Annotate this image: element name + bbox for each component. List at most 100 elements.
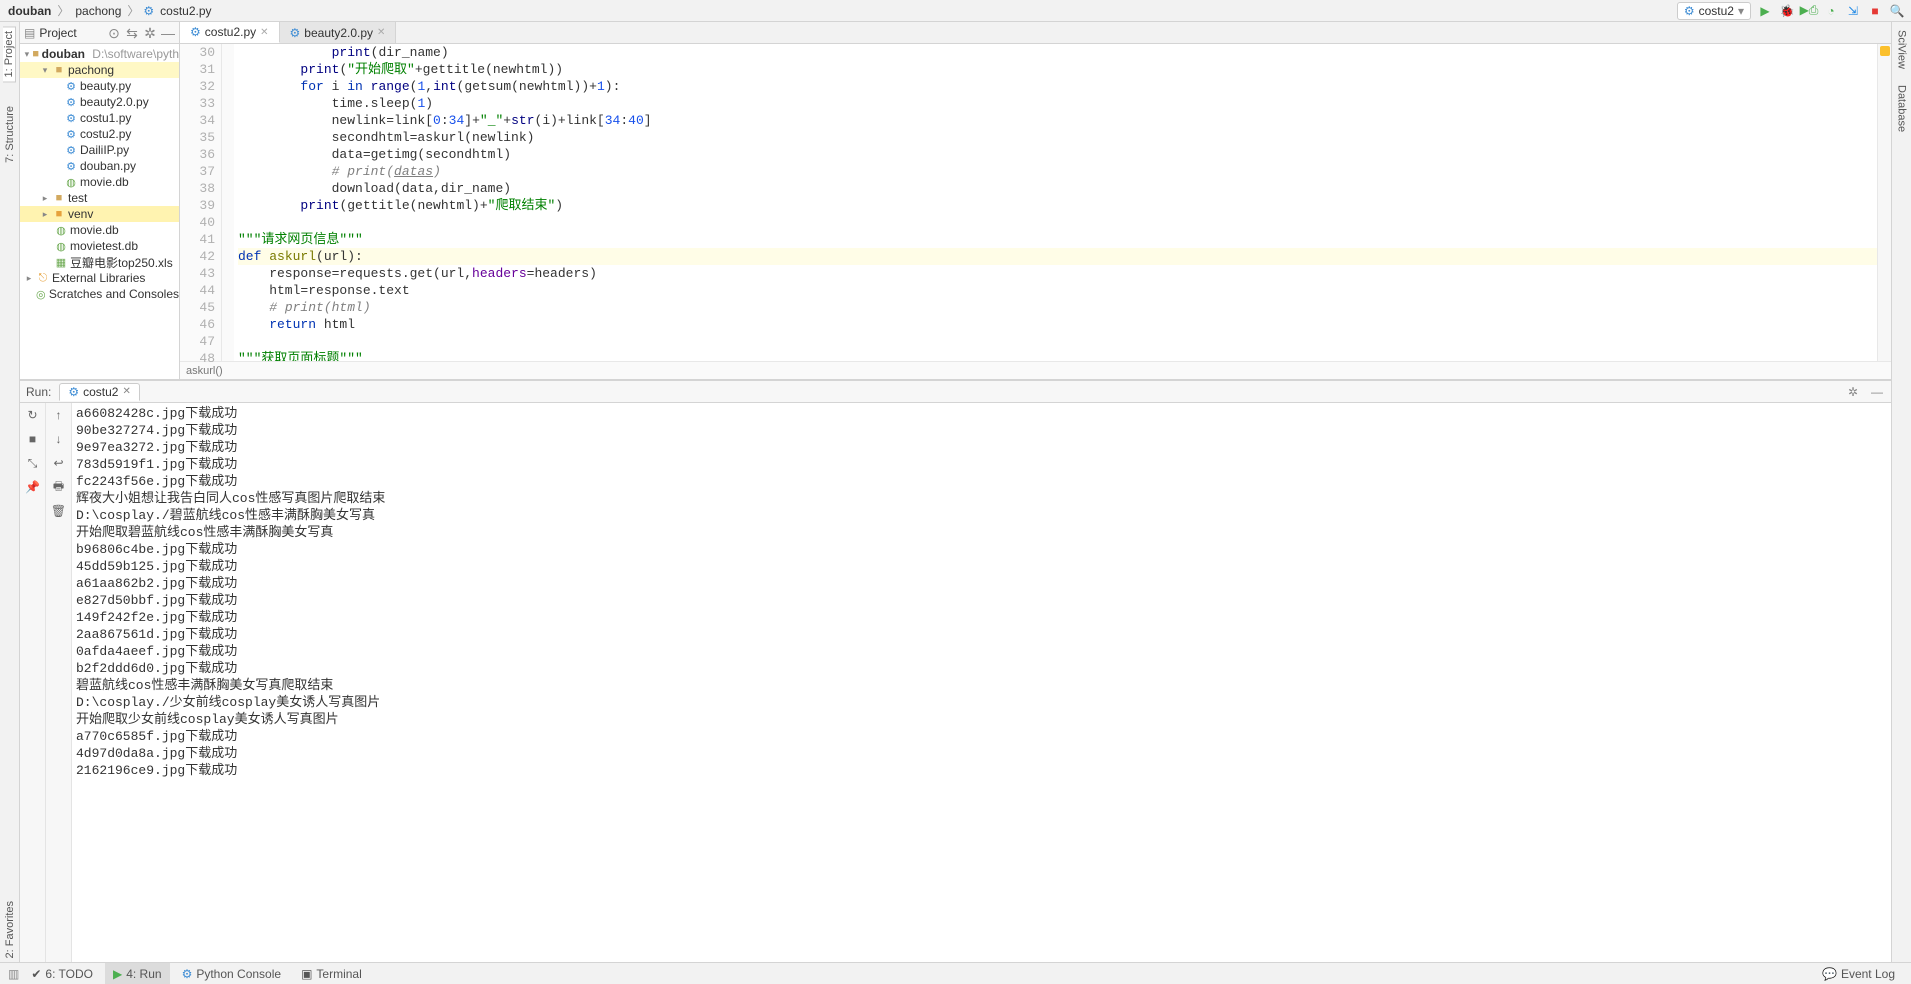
layout-icon[interactable]: ⤡ [25, 455, 41, 471]
tree-file-costu2[interactable]: ⚙costu2.py [20, 126, 179, 142]
code-line[interactable]: for i in range(1,int(getsum(newhtml))+1)… [238, 78, 1877, 95]
stop-icon[interactable]: ■ [25, 431, 41, 447]
code-line[interactable]: html=response.text [238, 282, 1877, 299]
run-tab-bottom[interactable]: ▶4: Run [105, 963, 170, 984]
python-file-icon: ⚙ [290, 26, 301, 40]
tree-file-xls[interactable]: ▦豆瓣电影top250.xls [20, 254, 179, 270]
folder-icon: ■ [32, 48, 40, 60]
favorites-tool-tab[interactable]: 2: Favorites [4, 897, 16, 962]
tree-folder-test[interactable]: ▸■test [20, 190, 179, 206]
tree-folder-venv[interactable]: ▸■venv [20, 206, 179, 222]
tree-label: 豆瓣电影top250.xls [70, 254, 173, 271]
run-configuration-selector[interactable]: ⚙ costu2 ▾ [1677, 2, 1751, 20]
crumb-root[interactable]: douban [6, 4, 53, 18]
code-line[interactable]: # print(datas) [238, 163, 1877, 180]
hide-icon[interactable]: — [161, 26, 175, 40]
attach-icon[interactable]: ⇲ [1845, 3, 1861, 19]
error-stripe[interactable] [1877, 44, 1891, 361]
console-output[interactable]: a66082428c.jpg下载成功90be327274.jpg下载成功9e97… [72, 403, 1891, 962]
database-tool-tab[interactable]: Database [1896, 81, 1908, 136]
tree-file-dailiip[interactable]: ⚙DailiIP.py [20, 142, 179, 158]
todo-tab[interactable]: ✔6: TODO [23, 963, 101, 984]
tree-file-beauty2[interactable]: ⚙beauty2.0.py [20, 94, 179, 110]
code-line[interactable]: # print(html) [238, 299, 1877, 316]
editor-tab-beauty2[interactable]: ⚙ beauty2.0.py ✕ [280, 22, 397, 43]
sciview-tool-tab[interactable]: SciView [1896, 26, 1908, 73]
rerun-icon[interactable]: ↻ [25, 407, 41, 423]
tree-file-costu1[interactable]: ⚙costu1.py [20, 110, 179, 126]
code-line[interactable] [238, 333, 1877, 350]
debug-button-icon[interactable]: 🐞 [1779, 3, 1795, 19]
crumb-folder[interactable]: pachong [73, 4, 123, 18]
left-tool-strip: 1: Project 7: Structure 2: Favorites [0, 22, 20, 962]
code-editor[interactable]: 30313233343536373839404142434445464748 p… [180, 44, 1891, 361]
run-toolbar-secondary: ↑ ↓ ↩ 🖶 🗑 [46, 403, 72, 962]
structure-tool-tab[interactable]: 7: Structure [4, 102, 16, 167]
tree-file-douban[interactable]: ⚙douban.py [20, 158, 179, 174]
project-tree[interactable]: ▾■douban D:\software\pyth ▾■pachong ⚙bea… [20, 44, 179, 379]
tree-folder-pachong[interactable]: ▾■pachong [20, 62, 179, 78]
stop-button-icon[interactable]: ■ [1867, 3, 1883, 19]
tree-file-moviedb[interactable]: ◍movie.db [20, 174, 179, 190]
terminal-tab[interactable]: ▣Terminal [293, 963, 370, 984]
up-icon[interactable]: ↑ [51, 407, 67, 423]
tree-file-movietest[interactable]: ◍movietest.db [20, 238, 179, 254]
editor-breadcrumb[interactable]: askurl() [180, 361, 1891, 379]
tree-external-libraries[interactable]: ▸⎋External Libraries [20, 270, 179, 286]
soft-wrap-icon[interactable]: ↩ [51, 455, 67, 471]
code-line[interactable]: secondhtml=askurl(newlink) [238, 129, 1877, 146]
code-line[interactable]: def askurl(url): [238, 248, 1877, 265]
folder-icon: ■ [52, 64, 66, 76]
run-coverage-icon[interactable]: ▶⎙ [1801, 3, 1817, 19]
crumb-file[interactable]: costu2.py [158, 4, 213, 18]
code-line[interactable]: download(data,dir_name) [238, 180, 1877, 197]
python-console-tab[interactable]: ⚙Python Console [174, 963, 290, 984]
console-line: b2f2ddd6d0.jpg下载成功 [76, 660, 1887, 677]
code-line[interactable] [238, 214, 1877, 231]
chevron-down-icon: ▾ [1738, 4, 1744, 18]
clear-icon[interactable]: 🗑 [51, 503, 67, 519]
profile-icon[interactable]: ◔ [1823, 3, 1839, 19]
tree-file-moviedb2[interactable]: ◍movie.db [20, 222, 179, 238]
tree-file-beauty[interactable]: ⚙beauty.py [20, 78, 179, 94]
code-line[interactable]: print(gettitle(newhtml)+"爬取结束") [238, 197, 1877, 214]
chevron-right-icon: 〉 [57, 2, 69, 19]
tree-label: pachong [68, 63, 114, 77]
tree-root[interactable]: ▾■douban D:\software\pyth [20, 46, 179, 62]
close-icon[interactable]: ✕ [260, 27, 268, 38]
pin-icon[interactable]: 📌 [25, 479, 41, 495]
expand-all-icon[interactable]: ⇆ [125, 26, 139, 40]
project-tool-tab[interactable]: 1: Project [3, 26, 16, 82]
run-tab-label: costu2 [83, 385, 118, 399]
run-button-icon[interactable]: ▶ [1757, 3, 1773, 19]
settings-gear-icon[interactable]: ✲ [143, 26, 157, 40]
code-line[interactable]: newlink=link[0:34]+"_"+str(i)+link[34:40… [238, 112, 1877, 129]
code-line[interactable]: data=getimg(secondhtml) [238, 146, 1877, 163]
run-tab[interactable]: ⚙ costu2 ✕ [59, 383, 140, 401]
code-line[interactable]: response=requests.get(url,headers=header… [238, 265, 1877, 282]
editor-tab-costu2[interactable]: ⚙ costu2.py ✕ [180, 22, 280, 43]
code-line[interactable]: """请求网页信息""" [238, 231, 1877, 248]
tree-scratches[interactable]: ◎Scratches and Consoles [20, 286, 179, 302]
code-line[interactable]: print(dir_name) [238, 44, 1877, 61]
code-line[interactable]: time.sleep(1) [238, 95, 1877, 112]
select-opened-file-icon[interactable]: ⊙ [107, 26, 121, 40]
down-icon[interactable]: ↓ [51, 431, 67, 447]
print-icon[interactable]: 🖶 [51, 479, 67, 495]
code-line[interactable]: """获取页面标题""" [238, 350, 1877, 361]
tree-label: costu1.py [80, 111, 131, 125]
close-icon[interactable]: ✕ [122, 386, 130, 397]
close-icon[interactable]: ✕ [377, 27, 385, 38]
search-everywhere-icon[interactable]: 🔍 [1889, 3, 1905, 19]
python-file-icon: ⚙ [64, 128, 78, 141]
settings-gear-icon[interactable]: ✲ [1845, 384, 1861, 400]
tool-window-quick-icon[interactable]: ▥ [8, 967, 19, 981]
event-log-tab[interactable]: 💬Event Log [1814, 963, 1903, 984]
code-line[interactable]: print("开始爬取"+gettitle(newhtml)) [238, 61, 1877, 78]
fold-gutter[interactable] [222, 44, 234, 361]
code-content[interactable]: print(dir_name) print("开始爬取"+gettitle(ne… [234, 44, 1877, 361]
code-line[interactable]: return html [238, 316, 1877, 333]
line-number-gutter: 30313233343536373839404142434445464748 [180, 44, 222, 361]
breadcrumbs[interactable]: douban 〉 pachong 〉 ⚙ costu2.py [0, 2, 1677, 19]
hide-icon[interactable]: — [1869, 384, 1885, 400]
